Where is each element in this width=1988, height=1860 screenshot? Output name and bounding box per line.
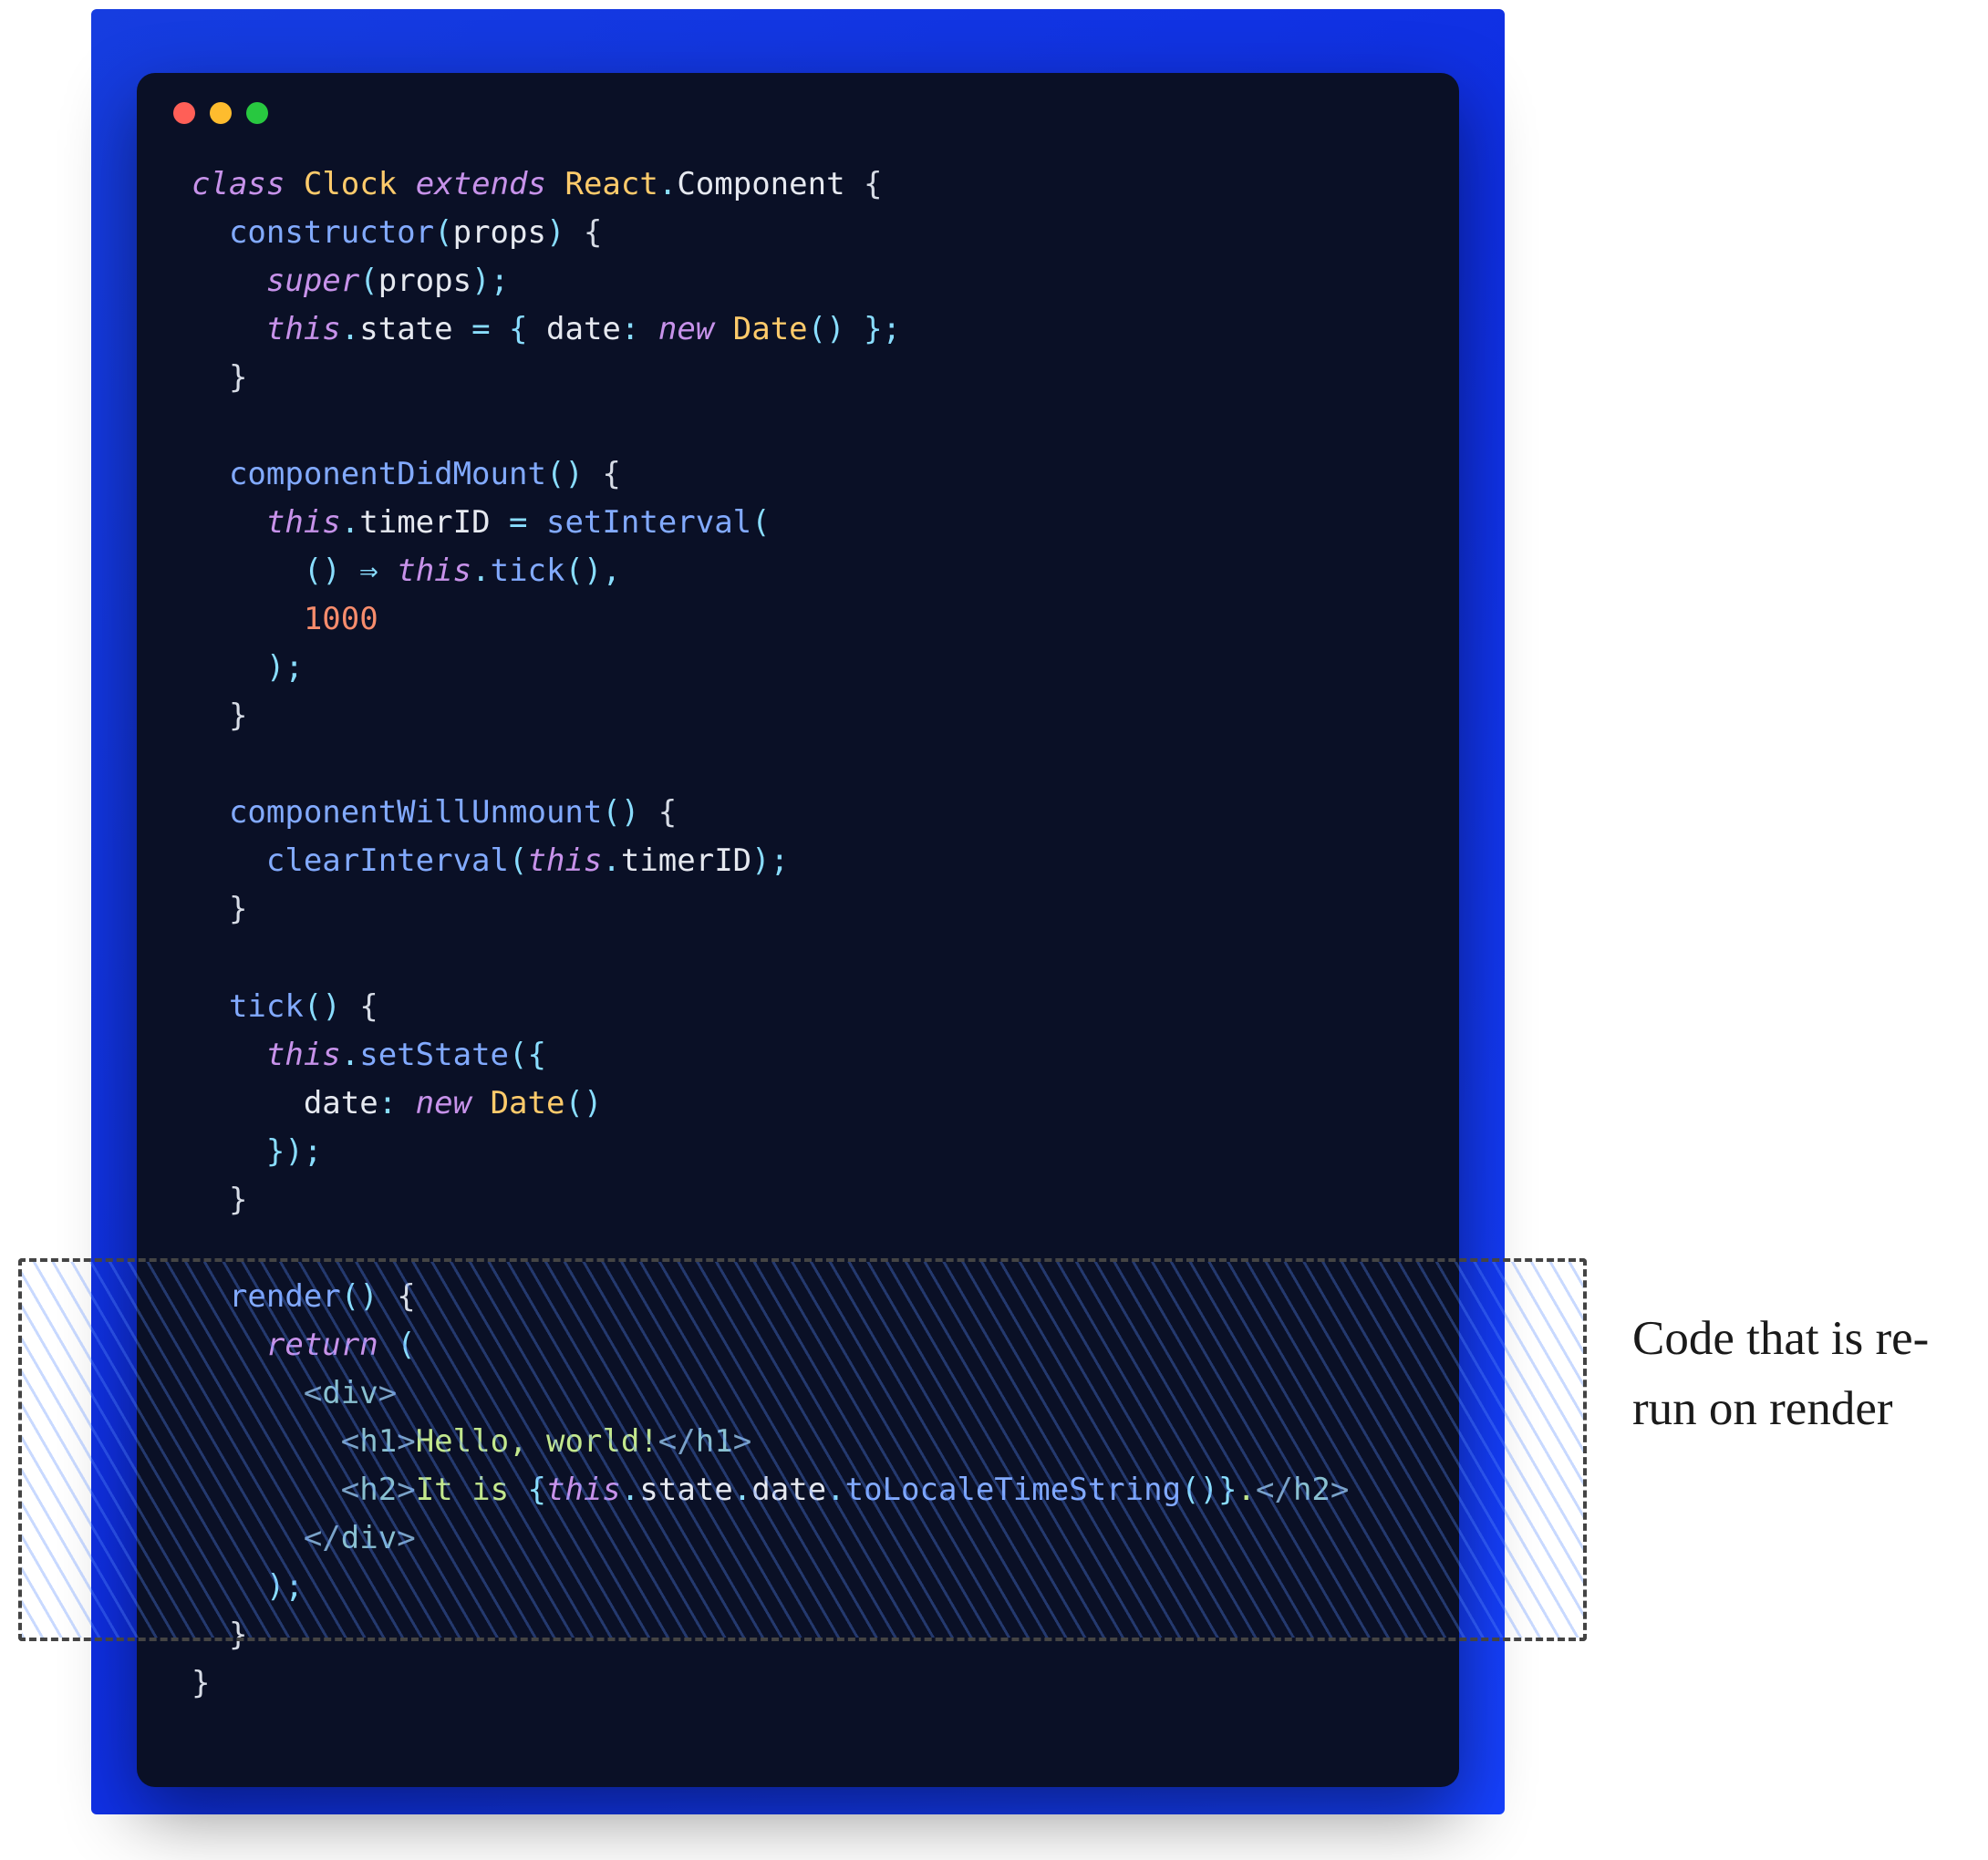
handwritten-annotation: Code that is re-run on render (1632, 1304, 1979, 1444)
window-controls (137, 73, 1459, 124)
close-icon[interactable] (173, 102, 195, 124)
code-editor-window: class Clock extends React.Component { co… (137, 73, 1459, 1787)
zoom-icon[interactable] (246, 102, 268, 124)
code-block: class Clock extends React.Component { co… (137, 124, 1459, 1744)
minimize-icon[interactable] (210, 102, 232, 124)
